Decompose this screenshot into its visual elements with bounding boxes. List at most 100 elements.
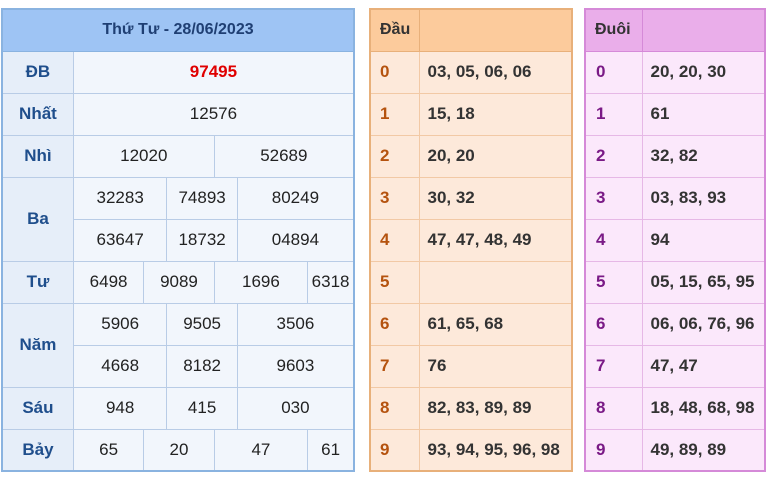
head-digit: 8	[369, 386, 420, 430]
prize-row-nhat: Nhất 12576	[1, 92, 355, 136]
prize-value: 63647	[72, 218, 168, 262]
tail-digit: 3	[584, 176, 643, 220]
head-digit: 2	[369, 134, 420, 178]
prize-value: 948	[72, 386, 168, 430]
prize-value: 415	[166, 386, 238, 430]
tail-digit: 8	[584, 386, 643, 430]
prize-value: 1696	[213, 260, 309, 304]
head-values: 20, 20	[418, 134, 573, 178]
prize-row-tu: Tư 6498 9089 1696 6318	[1, 260, 355, 304]
tail-values: 32, 82	[641, 134, 766, 178]
prize-value: 5906	[72, 302, 168, 346]
tail-digit: 9	[584, 428, 643, 472]
head-digit: 0	[369, 50, 420, 94]
tail-values: 94	[641, 218, 766, 262]
head-digit: 3	[369, 176, 420, 220]
head-row: 7 76	[369, 344, 573, 388]
head-digit: 6	[369, 302, 420, 346]
prize-label: Bảy	[1, 428, 74, 472]
tail-digit: 1	[584, 92, 643, 136]
tail-row: 8 18, 48, 68, 98	[584, 386, 766, 430]
head-row: 2 20, 20	[369, 134, 573, 178]
prize-value: 04894	[236, 218, 355, 262]
results-table: Thứ Tư - 28/06/2023 ĐB 97495 Nhất 12576 …	[1, 8, 355, 472]
head-row: 5	[369, 260, 573, 304]
prize-row-bay: Bảy 65 20 47 61	[1, 428, 355, 472]
tail-digit: 7	[584, 344, 643, 388]
tail-digit: 5	[584, 260, 643, 304]
prize-row-db: ĐB 97495	[1, 50, 355, 94]
tail-row: 7 47, 47	[584, 344, 766, 388]
prize-row-nam: Năm 5906 9505 3506	[1, 302, 355, 388]
tail-row: 2 32, 82	[584, 134, 766, 178]
prize-value: 80249	[236, 176, 355, 220]
prize-row-ba: Ba 32283 74893 80249	[1, 176, 355, 262]
head-row: 4 47, 47, 48, 49	[369, 218, 573, 262]
prize-value: 18732	[166, 218, 238, 262]
head-digit: 5	[369, 260, 420, 304]
prize-value: 9089	[143, 260, 215, 304]
prize-value: 9603	[236, 344, 355, 388]
prize-value: 4668	[72, 344, 168, 388]
head-values: 47, 47, 48, 49	[418, 218, 573, 262]
head-values: 76	[418, 344, 573, 388]
prize-value: 8182	[166, 344, 238, 388]
head-row: 3 30, 32	[369, 176, 573, 220]
tail-digit: 6	[584, 302, 643, 346]
tail-values: 03, 83, 93	[641, 176, 766, 220]
head-digit: 7	[369, 344, 420, 388]
head-digit: 9	[369, 428, 420, 472]
head-values: 15, 18	[418, 92, 573, 136]
tail-row: 0 20, 20, 30	[584, 50, 766, 94]
prize-value: 20	[143, 428, 215, 472]
prize-value: 74893	[166, 176, 238, 220]
tail-header-spacer	[641, 8, 766, 52]
head-values: 61, 65, 68	[418, 302, 573, 346]
tail-values: 49, 89, 89	[641, 428, 766, 472]
tail-values: 05, 15, 65, 95	[641, 260, 766, 304]
prize-value: 47	[213, 428, 309, 472]
tail-values: 18, 48, 68, 98	[641, 386, 766, 430]
prize-label: ĐB	[1, 50, 74, 94]
prize-row-sau: Sáu 948 415 030	[1, 386, 355, 430]
head-row: 1 15, 18	[369, 92, 573, 136]
tail-values: 61	[641, 92, 766, 136]
prize-value: 9505	[166, 302, 238, 346]
head-values: 93, 94, 95, 96, 98	[418, 428, 573, 472]
tail-values: 20, 20, 30	[641, 50, 766, 94]
prize-value: 61	[307, 428, 355, 472]
tail-row: 9 49, 89, 89	[584, 428, 766, 472]
head-values: 82, 83, 89, 89	[418, 386, 573, 430]
head-digits-table: Đầu 0 03, 05, 06, 06 1 15, 18 2 20, 20 3 30,…	[369, 8, 573, 472]
prize-value: 6498	[72, 260, 145, 304]
prize-value: 65	[72, 428, 145, 472]
head-values	[418, 260, 573, 304]
head-row: 6 61, 65, 68	[369, 302, 573, 346]
head-values: 03, 05, 06, 06	[418, 50, 573, 94]
tail-digit: 4	[584, 218, 643, 262]
tail-row: 5 05, 15, 65, 95	[584, 260, 766, 304]
prize-label: Tư	[1, 260, 74, 304]
tail-values: 06, 06, 76, 96	[641, 302, 766, 346]
prize-label: Ba	[1, 176, 74, 262]
prize-value: 6318	[307, 260, 355, 304]
head-column-header: Đầu	[369, 8, 420, 52]
prize-value: 12020	[72, 134, 215, 178]
head-digit: 4	[369, 218, 420, 262]
tail-digit: 0	[584, 50, 643, 94]
tail-digit: 2	[584, 134, 643, 178]
tail-row: 6 06, 06, 76, 96	[584, 302, 766, 346]
prize-value: 52689	[213, 134, 355, 178]
results-date-title: Thứ Tư - 28/06/2023	[2, 9, 354, 52]
prize-row-nhi: Nhì 12020 52689	[1, 134, 355, 178]
prize-value: 32283	[72, 176, 168, 220]
head-row: 8 82, 83, 89, 89	[369, 386, 573, 430]
prize-value: 3506	[236, 302, 355, 346]
tail-column-header: Đuôi	[584, 8, 643, 52]
head-header-spacer	[418, 8, 573, 52]
tail-digits-table: Đuôi 0 20, 20, 30 1 61 2 32, 82 3 03, 83, 93…	[584, 8, 766, 472]
head-values: 30, 32	[418, 176, 573, 220]
prize-label: Năm	[1, 302, 74, 388]
special-prize-value: 97495	[72, 50, 355, 94]
prize-label: Nhất	[1, 92, 74, 136]
